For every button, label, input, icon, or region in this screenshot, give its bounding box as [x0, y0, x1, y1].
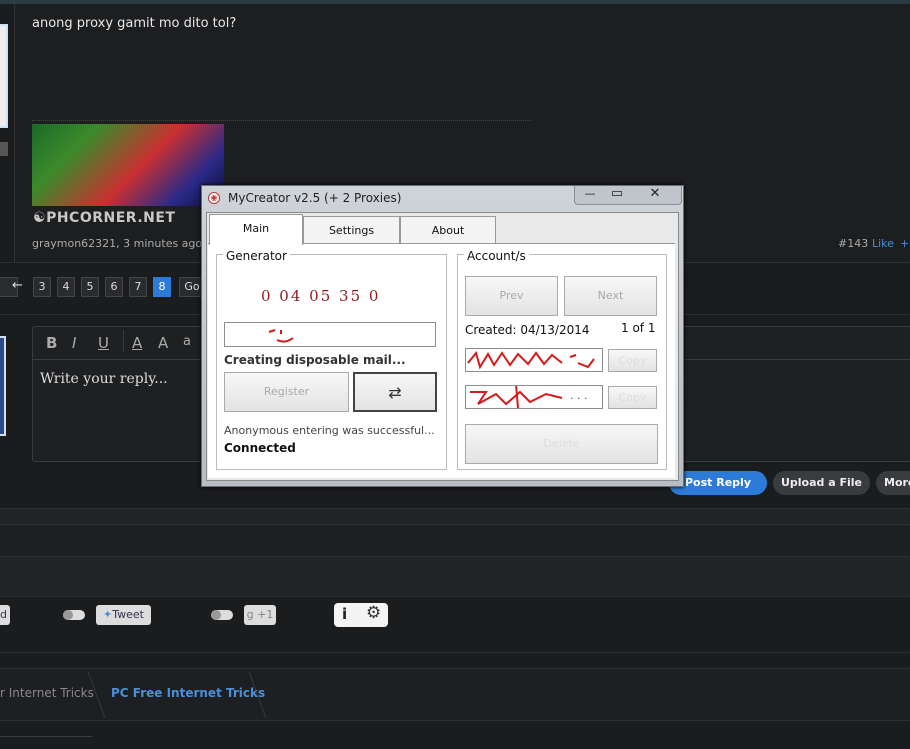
more-options-button[interactable]: More [876, 471, 910, 495]
tab-main[interactable]: Main [209, 214, 303, 245]
toolbar-divider [123, 330, 124, 352]
close-button[interactable]: ✕ [632, 186, 678, 204]
accounts-label: Account/s [464, 249, 529, 263]
account-counter: 1 of 1 [621, 321, 656, 335]
post-number[interactable]: #143 [838, 237, 868, 250]
post-author[interactable]: graymon62321 [32, 237, 116, 250]
info-icon[interactable]: i [342, 605, 347, 623]
logo-icon: ☯ [33, 210, 47, 226]
tab-settings[interactable]: Settings [303, 216, 400, 243]
copy-email-button[interactable]: Copy [608, 349, 657, 372]
divider [0, 596, 910, 597]
app-icon: ◉ [208, 192, 220, 204]
maximize-button[interactable]: ▭ [604, 186, 630, 204]
bold-button[interactable]: B [46, 334, 57, 352]
page-8-current[interactable]: 8 [153, 277, 171, 297]
gplus-toggle[interactable] [211, 610, 233, 620]
page-6[interactable]: 6 [105, 277, 123, 297]
page-4[interactable]: 4 [57, 277, 75, 297]
post-message: anong proxy gamit mo dito tol? [32, 16, 237, 31]
footer-line [0, 736, 92, 737]
signature-banner [32, 124, 224, 206]
mail-status: Creating disposable mail... [224, 353, 406, 367]
reply-textarea[interactable]: Write your reply... [40, 371, 168, 387]
plus-link[interactable]: + [900, 237, 909, 250]
prev-button[interactable]: Prev [465, 276, 558, 316]
underline-button[interactable]: U [98, 334, 109, 352]
font-color-button[interactable]: A [132, 334, 142, 352]
page-5[interactable]: 5 [81, 277, 99, 297]
post-meta: graymon62321, 3 minutes ago Re [32, 237, 226, 250]
like-link[interactable]: Like [872, 237, 894, 250]
next-button[interactable]: Next [564, 276, 657, 316]
gear-icon[interactable]: ⚙ [366, 603, 381, 623]
tab-about[interactable]: About [400, 216, 496, 243]
post-time: , 3 minutes ago [116, 237, 203, 250]
status-log: Anonymous entering was successful... [224, 424, 435, 437]
tweet-button[interactable]: ✦Tweet [96, 605, 151, 625]
breadcrumb-item-internet-tricks[interactable]: r Internet Tricks [0, 686, 94, 700]
refresh-icon[interactable]: ⇄ [353, 372, 437, 412]
gplus-button[interactable]: g +1 [244, 605, 276, 625]
email-field[interactable] [465, 348, 603, 372]
font-size-button[interactable]: A [158, 334, 168, 352]
created-date: Created: 04/13/2014 [465, 323, 590, 337]
signature-divider [32, 120, 532, 121]
share-stub[interactable]: d [0, 605, 10, 625]
divider [0, 720, 910, 721]
signature-logo: ☯PHCORNER.NET [33, 210, 176, 226]
password-mask: . . . [570, 389, 588, 402]
band [0, 508, 910, 525]
poster-avatar[interactable] [0, 24, 8, 128]
twitter-bird-icon: ✦ [103, 608, 113, 621]
redaction-scribble [470, 386, 563, 408]
tweet-toggle[interactable] [63, 610, 85, 620]
divider [0, 652, 910, 653]
password-field[interactable]: . . . [465, 385, 603, 409]
user-icon [0, 142, 8, 156]
minimize-button[interactable]: — [578, 186, 602, 204]
generator-label: Generator [223, 249, 290, 263]
copy-password-button[interactable]: Copy [608, 386, 657, 409]
register-button[interactable]: Register [224, 372, 349, 412]
captcha-image: 0 04 05 35 0 [261, 287, 381, 305]
font-family-button[interactable]: a [183, 334, 191, 349]
reply-avatar [0, 336, 6, 436]
page-3[interactable]: 3 [33, 277, 51, 297]
captcha-input[interactable] [224, 322, 436, 347]
connection-status: Connected [224, 441, 296, 455]
gplus-icon: g [246, 608, 254, 621]
scribble-mark [268, 329, 294, 343]
pager-prev[interactable]: ← [12, 278, 23, 293]
page-7[interactable]: 7 [129, 277, 147, 297]
band [0, 556, 910, 597]
delete-button[interactable]: Delete [465, 424, 658, 464]
italic-button[interactable]: I [72, 334, 76, 352]
band [0, 524, 910, 557]
upload-file-button[interactable]: Upload a File [773, 471, 870, 495]
window-title: MyCreator v2.5 (+ 2 Proxies) [228, 191, 402, 205]
redaction-scribble [467, 350, 595, 370]
